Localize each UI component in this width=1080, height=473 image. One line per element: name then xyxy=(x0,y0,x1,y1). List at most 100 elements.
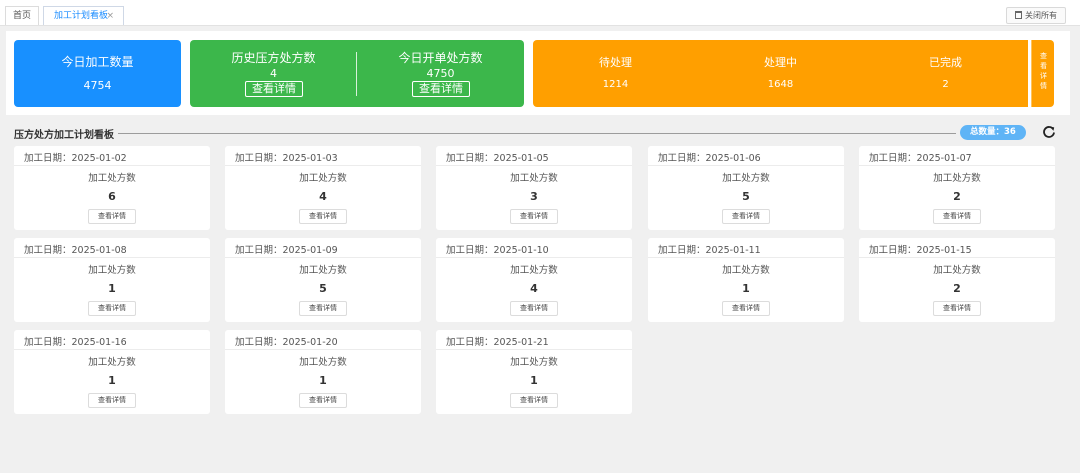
card-count: 3 xyxy=(530,190,538,203)
pending-value: 1214 xyxy=(602,79,629,90)
card-detail-button[interactable]: 查看详情 xyxy=(510,301,558,316)
card-detail-button[interactable]: 查看详情 xyxy=(88,209,136,224)
tab-label: 加工计划看板 xyxy=(54,11,109,21)
card-divider xyxy=(648,165,844,166)
card-divider xyxy=(14,165,210,166)
date-card: 加工日期：2025-01-15 加工处方数 2 查看详情 xyxy=(859,238,1055,322)
card-date: 加工日期：2025-01-07 xyxy=(869,153,972,164)
date-card: 加工日期：2025-01-20 加工处方数 1 查看详情 xyxy=(225,330,421,414)
card-count-label: 加工处方数 xyxy=(933,173,981,184)
card-date: 加工日期：2025-01-10 xyxy=(446,245,549,256)
card-date: 加工日期：2025-01-20 xyxy=(235,337,338,348)
card-count-label: 加工处方数 xyxy=(510,173,558,184)
card-date: 加工日期：2025-01-21 xyxy=(446,337,549,348)
history-detail-button[interactable]: 查看详情 xyxy=(245,81,303,97)
status-detail-label: 查看详情 xyxy=(1040,52,1047,90)
card-count: 4 xyxy=(319,190,327,203)
date-card: 加工日期：2025-01-09 加工处方数 5 查看详情 xyxy=(225,238,421,322)
card-count-label: 加工处方数 xyxy=(510,265,558,276)
card-detail-button[interactable]: 查看详情 xyxy=(722,209,770,224)
card-count-label: 加工处方数 xyxy=(88,173,136,184)
history-prescriptions: 历史压方处方数 4 查看详情 xyxy=(190,40,357,107)
pending-label: 待处理 xyxy=(599,56,632,69)
today-processing-card: 今日加工数量 4754 xyxy=(14,40,181,107)
date-card: 加工日期：2025-01-21 加工处方数 1 查看详情 xyxy=(436,330,632,414)
date-card: 加工日期：2025-01-10 加工处方数 4 查看详情 xyxy=(436,238,632,322)
card-date: 加工日期：2025-01-02 xyxy=(24,153,127,164)
card-count: 1 xyxy=(319,374,327,387)
card-count-label: 加工处方数 xyxy=(88,357,136,368)
date-card: 加工日期：2025-01-16 加工处方数 1 查看详情 xyxy=(14,330,210,414)
card-detail-button[interactable]: 查看详情 xyxy=(510,209,558,224)
card-detail-button[interactable]: 查看详情 xyxy=(933,209,981,224)
tab-processing-board[interactable]: 加工计划看板 × xyxy=(43,6,124,25)
card-count-label: 加工处方数 xyxy=(299,173,347,184)
card-detail-button[interactable]: 查看详情 xyxy=(933,301,981,316)
card-count-label: 加工处方数 xyxy=(299,357,347,368)
card-count-label: 加工处方数 xyxy=(722,265,770,276)
trash-icon xyxy=(1015,11,1022,19)
card-divider xyxy=(436,349,632,350)
card-date: 加工日期：2025-01-03 xyxy=(235,153,338,164)
today-orders: 今日开单处方数 4750 查看详情 xyxy=(357,40,524,107)
card-detail-button[interactable]: 查看详情 xyxy=(510,393,558,408)
today-processing-label: 今日加工数量 xyxy=(61,55,134,69)
card-count: 2 xyxy=(953,190,961,203)
today-orders-label: 今日开单处方数 xyxy=(398,51,483,65)
card-divider xyxy=(859,165,1055,166)
card-detail-button[interactable]: 查看详情 xyxy=(299,393,347,408)
done-stat: 已完成 2 xyxy=(863,40,1028,107)
card-detail-button[interactable]: 查看详情 xyxy=(299,209,347,224)
date-card: 加工日期：2025-01-07 加工处方数 2 查看详情 xyxy=(859,146,1055,230)
card-date: 加工日期：2025-01-16 xyxy=(24,337,127,348)
card-count-label: 加工处方数 xyxy=(88,265,136,276)
refresh-icon[interactable] xyxy=(1042,125,1056,139)
card-count: 1 xyxy=(530,374,538,387)
card-count: 1 xyxy=(742,282,750,295)
total-badge: 总数量：36 xyxy=(960,125,1026,140)
card-divider xyxy=(225,349,421,350)
today-orders-value: 4750 xyxy=(426,67,455,80)
title-divider xyxy=(118,133,956,134)
card-count: 2 xyxy=(953,282,961,295)
date-card: 加工日期：2025-01-11 加工处方数 1 查看详情 xyxy=(648,238,844,322)
prescription-stats-card: 历史压方处方数 4 查看详情 今日开单处方数 4750 查看详情 xyxy=(190,40,524,107)
close-all-label: 关闭所有 xyxy=(1025,11,1057,20)
card-divider xyxy=(648,257,844,258)
card-date: 加工日期：2025-01-08 xyxy=(24,245,127,256)
card-count-label: 加工处方数 xyxy=(722,173,770,184)
date-card: 加工日期：2025-01-08 加工处方数 1 查看详情 xyxy=(14,238,210,322)
card-count-label: 加工处方数 xyxy=(933,265,981,276)
tab-home[interactable]: 首页 xyxy=(5,6,39,25)
card-date: 加工日期：2025-01-15 xyxy=(869,245,972,256)
board-title: 压方处方加工计划看板 xyxy=(14,130,114,141)
card-detail-button[interactable]: 查看详情 xyxy=(88,301,136,316)
card-divider xyxy=(225,165,421,166)
history-label: 历史压方处方数 xyxy=(231,51,316,65)
card-count: 5 xyxy=(742,190,750,203)
card-date: 加工日期：2025-01-06 xyxy=(658,153,761,164)
status-detail-button[interactable]: 查看详情 xyxy=(1031,40,1054,107)
card-divider xyxy=(225,257,421,258)
today-orders-detail-button[interactable]: 查看详情 xyxy=(412,81,470,97)
close-all-button[interactable]: 关闭所有 xyxy=(1006,7,1066,24)
processing-stat: 处理中 1648 xyxy=(698,40,863,107)
date-card: 加工日期：2025-01-05 加工处方数 3 查看详情 xyxy=(436,146,632,230)
card-detail-button[interactable]: 查看详情 xyxy=(299,301,347,316)
close-icon[interactable]: × xyxy=(106,7,114,25)
card-count: 5 xyxy=(319,282,327,295)
date-card: 加工日期：2025-01-03 加工处方数 4 查看详情 xyxy=(225,146,421,230)
card-date: 加工日期：2025-01-09 xyxy=(235,245,338,256)
card-detail-button[interactable]: 查看详情 xyxy=(722,301,770,316)
pending-stat: 待处理 1214 xyxy=(533,40,698,107)
done-label: 已完成 xyxy=(929,56,962,69)
card-count: 1 xyxy=(108,282,116,295)
card-date: 加工日期：2025-01-11 xyxy=(658,245,761,256)
card-count: 4 xyxy=(530,282,538,295)
history-value: 4 xyxy=(270,67,277,80)
card-count: 6 xyxy=(108,190,116,203)
card-divider xyxy=(859,257,1055,258)
card-detail-button[interactable]: 查看详情 xyxy=(88,393,136,408)
card-divider xyxy=(14,349,210,350)
card-divider xyxy=(14,257,210,258)
